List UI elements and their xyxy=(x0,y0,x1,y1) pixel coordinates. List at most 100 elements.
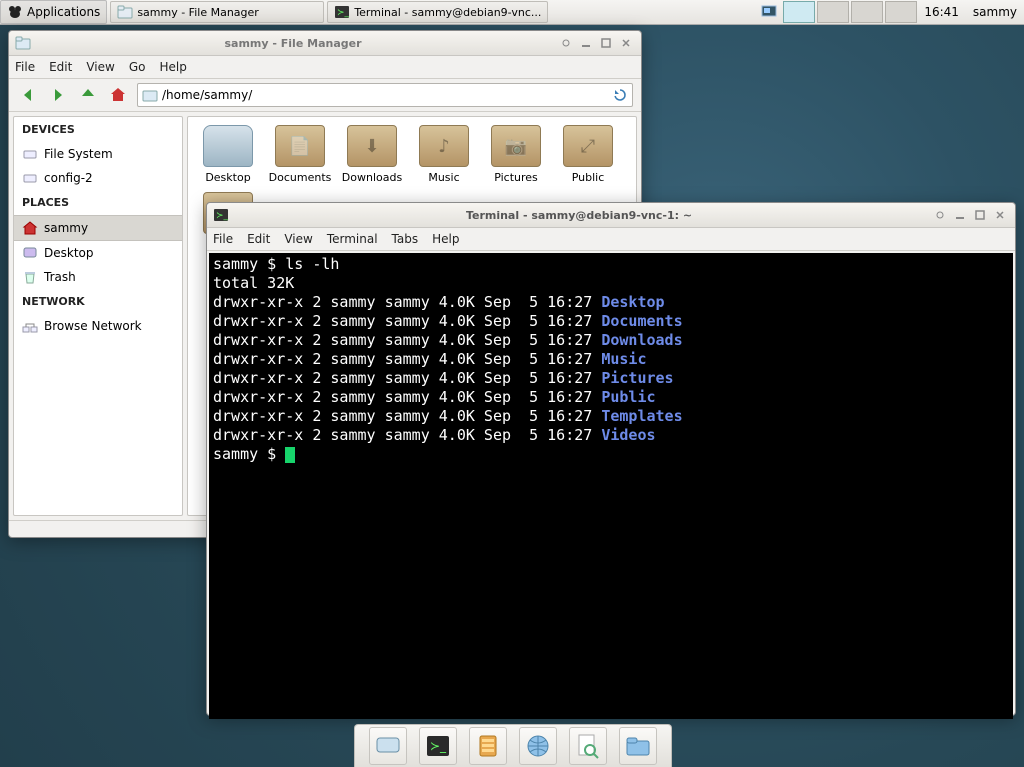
folder-icon: ⤢ xyxy=(563,125,613,167)
fm-toolbar: /home/sammy/ xyxy=(9,79,641,112)
stick-icon[interactable] xyxy=(557,35,575,51)
trash-icon xyxy=(22,269,38,285)
terminal-icon: ≻_ xyxy=(213,207,229,223)
folder-icon: 📄 xyxy=(275,125,325,167)
terminal-window: ≻_ Terminal - sammy@debian9-vnc-1: ~ Fil… xyxy=(206,202,1016,716)
sidebar-head-devices: DEVICES xyxy=(14,117,182,142)
terminal-output[interactable]: sammy $ ls -lh total 32K drwxr-xr-x 2 sa… xyxy=(209,253,1013,719)
folder-label: Downloads xyxy=(340,171,404,184)
minimize-icon[interactable] xyxy=(577,35,595,51)
fm-menubar: File Edit View Go Help xyxy=(9,56,641,79)
sidebar-item-label: Desktop xyxy=(44,246,94,260)
dock-file-manager[interactable] xyxy=(469,727,507,765)
sidebar-item-label: config-2 xyxy=(44,171,93,185)
home-icon xyxy=(22,220,38,236)
dock-web-browser[interactable] xyxy=(519,727,557,765)
folder-item[interactable]: 📄Documents xyxy=(268,125,332,184)
menu-help[interactable]: Help xyxy=(159,60,186,74)
terminal-icon: ≻_ xyxy=(334,4,350,20)
workspace-4[interactable] xyxy=(885,1,917,23)
sidebar-item-label: File System xyxy=(44,147,113,161)
network-icon xyxy=(22,318,38,334)
sidebar-head-places: PLACES xyxy=(14,190,182,215)
fm-sidebar: DEVICES File System config-2 PLACES samm… xyxy=(13,116,183,516)
back-button[interactable] xyxy=(17,84,39,106)
location-path: /home/sammy/ xyxy=(162,88,252,102)
dock-find[interactable] xyxy=(569,727,607,765)
sidebar-item-trash[interactable]: Trash xyxy=(14,265,182,289)
clock[interactable]: 16:41 xyxy=(917,0,966,24)
location-bar[interactable]: /home/sammy/ xyxy=(137,83,633,107)
xfce-mouse-icon xyxy=(7,4,23,20)
folder-icon: ♪ xyxy=(419,125,469,167)
folder-icon xyxy=(117,4,133,20)
menu-edit[interactable]: Edit xyxy=(49,60,72,74)
menu-view[interactable]: View xyxy=(284,232,312,246)
menu-tabs[interactable]: Tabs xyxy=(392,232,419,246)
sidebar-item-filesystem[interactable]: File System xyxy=(14,142,182,166)
bottom-dock: ≻_ xyxy=(354,724,672,767)
fm-title: sammy - File Manager xyxy=(31,37,555,50)
sidebar-item-home[interactable]: sammy xyxy=(14,215,182,241)
dock-folder[interactable] xyxy=(619,727,657,765)
sidebar-head-network: NETWORK xyxy=(14,289,182,314)
menu-view[interactable]: View xyxy=(86,60,114,74)
stick-icon[interactable] xyxy=(931,207,949,223)
folder-icon: ⬇ xyxy=(347,125,397,167)
menu-go[interactable]: Go xyxy=(129,60,146,74)
menu-edit[interactable]: Edit xyxy=(247,232,270,246)
desktop-icon xyxy=(203,125,253,167)
maximize-icon[interactable] xyxy=(971,207,989,223)
folder-item[interactable]: Desktop xyxy=(196,125,260,184)
folder-item[interactable]: ⬇ Downloads xyxy=(340,125,404,184)
up-button[interactable] xyxy=(77,84,99,106)
taskbar-item-file-manager[interactable]: sammy - File Manager xyxy=(110,1,324,23)
sidebar-item-label: Browse Network xyxy=(44,319,142,333)
folder-item[interactable]: 📷Pictures xyxy=(484,125,548,184)
fm-titlebar[interactable]: sammy - File Manager xyxy=(9,31,641,56)
taskbar-item-terminal[interactable]: ≻_ Terminal - sammy@debian9-vnc... xyxy=(327,1,548,23)
forward-button[interactable] xyxy=(47,84,69,106)
drive-icon xyxy=(22,170,38,186)
folder-icon xyxy=(142,87,158,103)
term-title: Terminal - sammy@debian9-vnc-1: ~ xyxy=(229,209,929,222)
clock-label: 16:41 xyxy=(924,5,959,19)
dock-terminal[interactable]: ≻_ xyxy=(419,727,457,765)
workspace-2[interactable] xyxy=(817,1,849,23)
menu-terminal[interactable]: Terminal xyxy=(327,232,378,246)
user-label: sammy xyxy=(973,5,1017,19)
desktop-icon xyxy=(22,245,38,261)
applications-label: Applications xyxy=(27,5,100,19)
folder-icon: 📷 xyxy=(491,125,541,167)
taskbar-item-label: Terminal - sammy@debian9-vnc... xyxy=(354,6,541,19)
svg-text:≻_: ≻_ xyxy=(337,8,350,18)
user-menu[interactable]: sammy xyxy=(966,0,1024,24)
maximize-icon[interactable] xyxy=(597,35,615,51)
term-menubar: File Edit View Terminal Tabs Help xyxy=(207,228,1015,251)
drive-icon xyxy=(22,146,38,162)
applications-menu[interactable]: Applications xyxy=(0,0,107,24)
folder-item[interactable]: ♪ Music xyxy=(412,125,476,184)
sidebar-item-browse-network[interactable]: Browse Network xyxy=(14,314,182,338)
sidebar-item-label: sammy xyxy=(44,221,88,235)
sidebar-item-config2[interactable]: config-2 xyxy=(14,166,182,190)
svg-text:≻_: ≻_ xyxy=(430,739,447,753)
term-titlebar[interactable]: ≻_ Terminal - sammy@debian9-vnc-1: ~ xyxy=(207,203,1015,228)
tray-display-icon[interactable] xyxy=(761,4,777,20)
sidebar-item-desktop[interactable]: Desktop xyxy=(14,241,182,265)
workspace-1[interactable] xyxy=(783,1,815,23)
home-button[interactable] xyxy=(107,84,129,106)
folder-icon xyxy=(15,35,31,51)
refresh-icon[interactable] xyxy=(612,87,628,103)
folder-item[interactable]: ⤢Public xyxy=(556,125,620,184)
menu-file[interactable]: File xyxy=(213,232,233,246)
close-icon[interactable] xyxy=(617,35,635,51)
workspace-3[interactable] xyxy=(851,1,883,23)
minimize-icon[interactable] xyxy=(951,207,969,223)
folder-label: Desktop xyxy=(196,171,260,184)
menu-file[interactable]: File xyxy=(15,60,35,74)
folder-label: Music xyxy=(412,171,476,184)
close-icon[interactable] xyxy=(991,207,1009,223)
menu-help[interactable]: Help xyxy=(432,232,459,246)
dock-show-desktop[interactable] xyxy=(369,727,407,765)
